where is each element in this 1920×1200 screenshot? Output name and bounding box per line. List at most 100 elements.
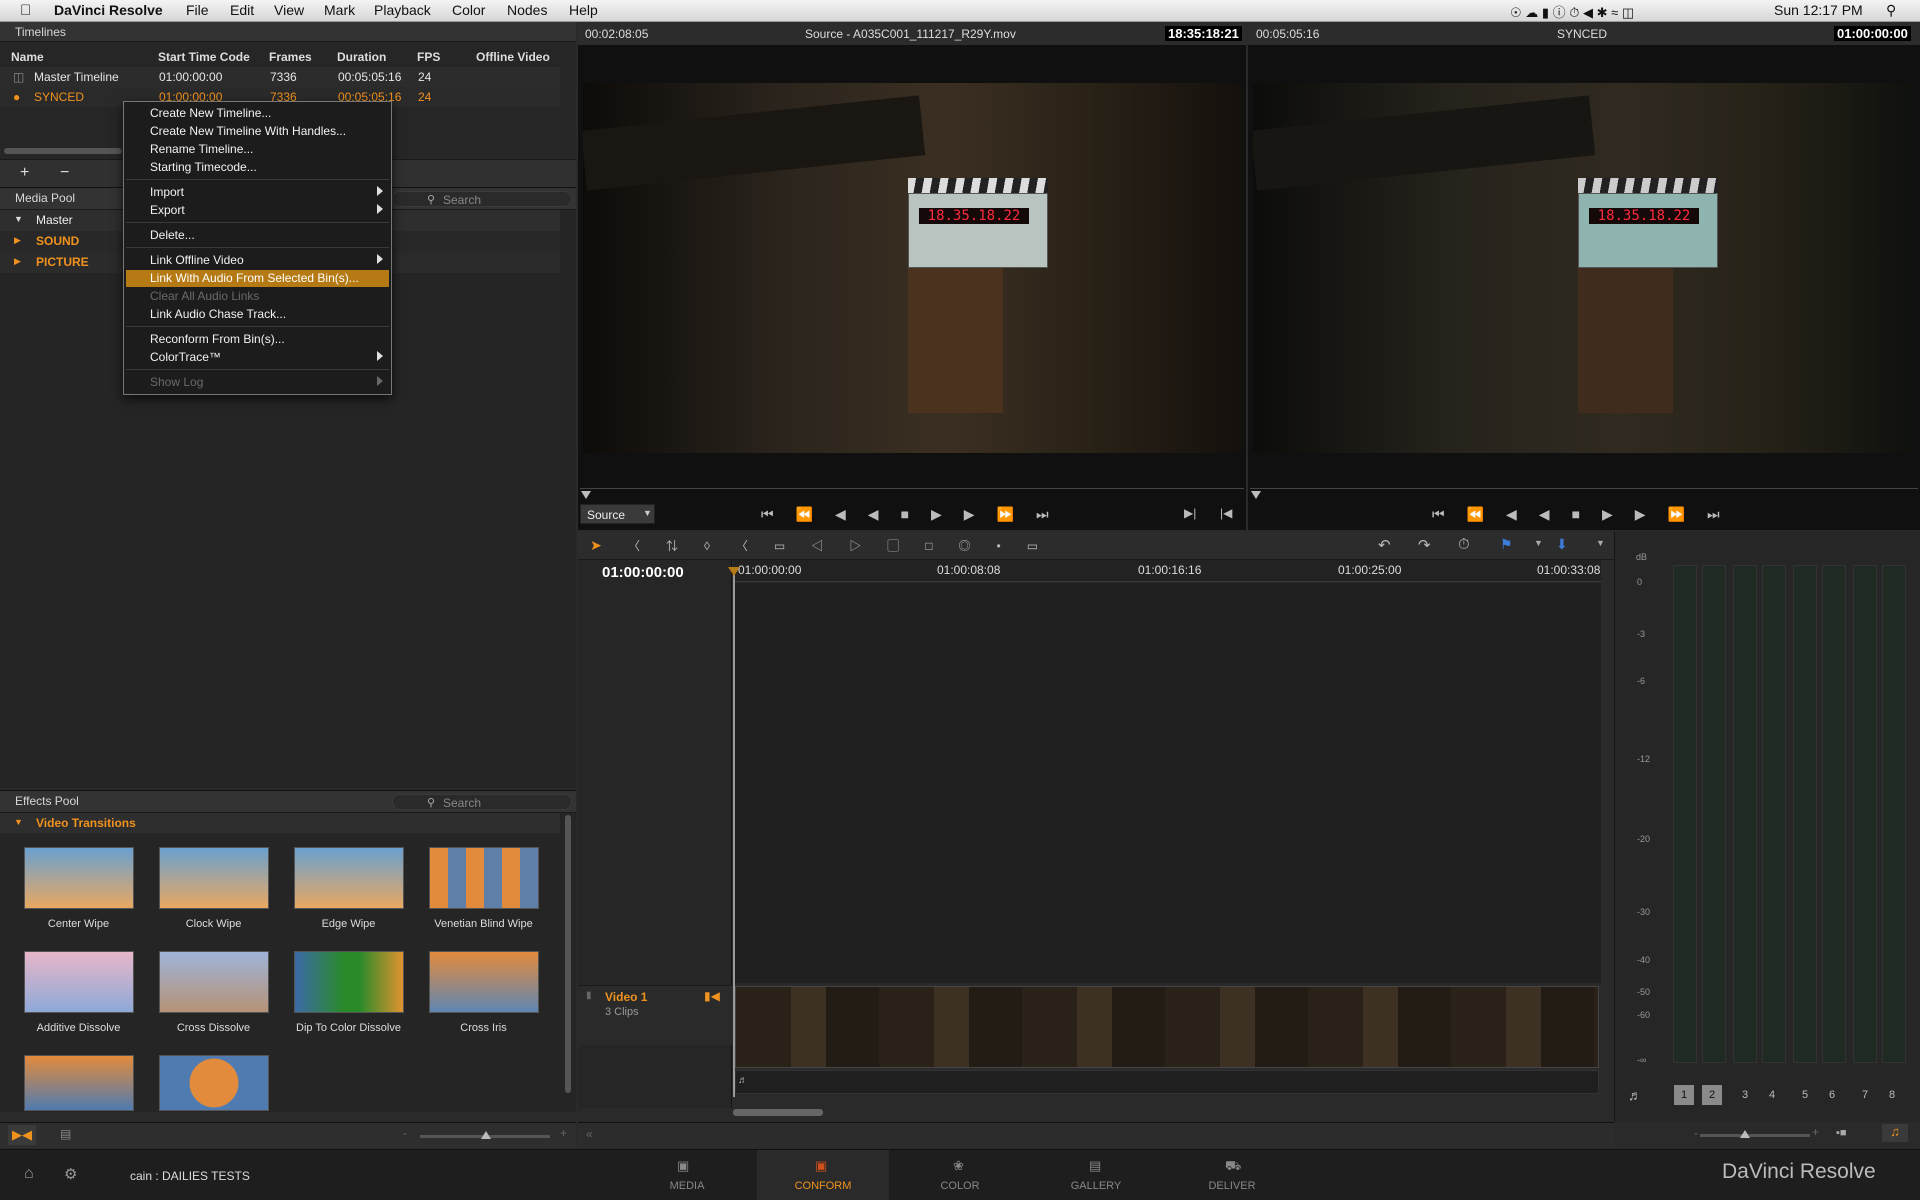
menu-item-link-chase[interactable]: Link Audio Chase Track... <box>150 307 286 321</box>
menu-playback[interactable]: Playback <box>374 2 431 18</box>
effects-search[interactable]: ⚲ Search <box>392 794 572 810</box>
channel-button[interactable]: 8 <box>1882 1085 1902 1105</box>
timeline-canvas[interactable] <box>735 583 1601 983</box>
edit-tools-icons[interactable]: 〈⇅◊〈▭◁▷▢□◎•▭ <box>628 537 1064 554</box>
channel-button[interactable]: 6 <box>1822 1085 1842 1105</box>
history-icon[interactable]: ⏱ <box>1458 536 1470 553</box>
zoom-out-icon[interactable]: - <box>1694 1126 1698 1140</box>
audio-toggle-icon[interactable]: ♫ <box>1882 1124 1908 1142</box>
flag-dropdown-icon[interactable]: ▼ <box>1534 538 1543 548</box>
menu-nodes[interactable]: Nodes <box>507 2 547 18</box>
source-mode-select[interactable]: Source ▼ <box>580 504 655 524</box>
redo-icon[interactable]: ↷ <box>1418 536 1431 554</box>
menu-edit[interactable]: Edit <box>230 2 254 18</box>
menu-item-link-audio[interactable]: Link With Audio From Selected Bin(s)... <box>150 271 359 285</box>
spotlight-icon[interactable]: ⚲ <box>1886 2 1896 19</box>
effects-scrollbar[interactable] <box>565 815 571 1093</box>
list-view-icon[interactable]: ▤ <box>60 1127 71 1141</box>
menu-item-colortrace[interactable]: ColorTrace™ <box>150 350 221 364</box>
menu-item-rename[interactable]: Rename Timeline... <box>150 142 253 156</box>
effect-thumb-9[interactable] <box>24 1055 134 1111</box>
effects-toggle-icon[interactable]: ▶◀ <box>8 1125 36 1145</box>
source-scrubber[interactable] <box>580 488 1244 499</box>
mark-in-icon[interactable]: ▶| <box>1184 506 1196 520</box>
remove-timeline-button[interactable]: − <box>60 164 69 182</box>
marker-dropdown-icon[interactable]: ▼ <box>1596 538 1605 548</box>
zoom-in-icon[interactable]: + <box>1812 1125 1819 1139</box>
source-transport[interactable]: ⏮⏪◀◀■▶▶⏩⏭ <box>761 506 1071 523</box>
mark-out-icon[interactable]: |◀ <box>1220 506 1232 520</box>
volume-icon[interactable]: ♬ <box>1628 1087 1642 1103</box>
effect-thumb-venetian-blind[interactable] <box>429 847 539 909</box>
undo-icon[interactable]: ↶ <box>1378 536 1391 554</box>
video-clip-strip[interactable] <box>735 986 1599 1068</box>
menu-file[interactable]: File <box>186 2 209 18</box>
col-frames[interactable]: Frames <box>269 50 312 64</box>
menu-item-export[interactable]: Export <box>150 203 185 217</box>
col-duration[interactable]: Duration <box>337 50 386 64</box>
flag-icon[interactable]: ⚑ <box>1500 536 1513 553</box>
menu-item-create-timeline-handles[interactable]: Create New Timeline With Handles... <box>150 124 346 138</box>
menu-item-link-offline[interactable]: Link Offline Video <box>150 253 244 267</box>
home-icon[interactable]: ⌂ <box>24 1165 34 1183</box>
zoom-in-icon[interactable]: + <box>560 1126 567 1140</box>
slider-handle[interactable] <box>1740 1130 1750 1138</box>
tab-deliver[interactable]: DELIVER <box>1192 1180 1272 1192</box>
menu-item-starting-tc[interactable]: Starting Timecode... <box>150 160 257 174</box>
timeline-h-scrollbar[interactable] <box>733 1109 823 1116</box>
effect-thumb-additive-dissolve[interactable] <box>24 951 134 1013</box>
col-offline[interactable]: Offline Video <box>476 50 550 64</box>
effect-thumb-cross-dissolve[interactable] <box>159 951 269 1013</box>
record-transport[interactable]: ⏮⏪◀◀■▶▶⏩⏭ <box>1432 506 1742 523</box>
playhead-marker-icon[interactable] <box>728 567 740 576</box>
channel-button[interactable]: 2 <box>1702 1085 1722 1105</box>
zoom-out-icon[interactable]: - <box>403 1126 407 1140</box>
selection-tool-icon[interactable]: ➤ <box>590 537 602 554</box>
channel-button[interactable]: 3 <box>1735 1085 1755 1105</box>
effects-category[interactable]: ▼ Video Transitions <box>0 813 560 833</box>
effect-thumb-dip-to-color[interactable] <box>294 951 404 1013</box>
track-height-icon[interactable]: ▪■ <box>1836 1127 1847 1139</box>
media-pool-search[interactable]: ⚲ Search <box>392 191 572 207</box>
tab-conform[interactable]: CONFORM <box>783 1180 863 1192</box>
add-timeline-button[interactable]: + <box>20 164 29 182</box>
playhead-icon[interactable] <box>1251 491 1261 499</box>
video-track-icon[interactable]: ▮◀ <box>704 989 720 1003</box>
record-video-frame[interactable]: 18.35.18.22 <box>1253 83 1916 453</box>
channel-button[interactable]: 5 <box>1795 1085 1815 1105</box>
status-icons[interactable]: ☉ ☁ ▮ ⓘ ⏱ ◀ ✱ ≈ ◫ <box>1510 2 1634 21</box>
col-name[interactable]: Name <box>11 50 44 64</box>
effect-thumb-edge-wipe[interactable] <box>294 847 404 909</box>
tab-color[interactable]: COLOR <box>920 1180 1000 1192</box>
menu-item-import[interactable]: Import <box>150 185 184 199</box>
table-row[interactable]: ◫ Master Timeline 01:00:00:00 7336 00:05… <box>0 67 560 87</box>
source-video-frame[interactable]: 18.35.18.22 <box>583 83 1242 453</box>
effect-thumb-clock-wipe[interactable] <box>159 847 269 909</box>
effect-thumb-center-wipe[interactable] <box>24 847 134 909</box>
audio-waveform-track[interactable]: ♬ <box>735 1070 1599 1094</box>
video-track-header[interactable]: ▮ Video 1 3 Clips ▮◀ <box>578 985 732 1045</box>
gear-icon[interactable]: ⚙ <box>64 1165 77 1183</box>
apple-icon[interactable]:  <box>20 2 31 19</box>
timeline-zoom-slider[interactable] <box>1700 1134 1810 1137</box>
record-scrubber[interactable] <box>1250 488 1918 499</box>
lock-icon[interactable]: ▮ <box>586 990 592 1001</box>
menu-view[interactable]: View <box>274 2 304 18</box>
playhead-icon[interactable] <box>581 491 591 499</box>
timelines-scrollbar[interactable] <box>4 148 122 154</box>
menu-color[interactable]: Color <box>452 2 485 18</box>
effect-thumb-cross-iris[interactable] <box>429 951 539 1013</box>
channel-button[interactable]: 1 <box>1674 1085 1694 1105</box>
app-menu[interactable]: DaVinci Resolve <box>54 2 163 18</box>
marker-icon[interactable]: ⬇ <box>1556 536 1568 553</box>
menubar-clock[interactable]: Sun 12:17 PM <box>1774 2 1863 18</box>
menu-item-delete[interactable]: Delete... <box>150 228 195 242</box>
slider-handle[interactable] <box>481 1131 491 1139</box>
effect-thumb-10[interactable] <box>159 1055 269 1111</box>
col-fps[interactable]: FPS <box>417 50 440 64</box>
channel-button[interactable]: 7 <box>1855 1085 1875 1105</box>
menu-item-reconform[interactable]: Reconform From Bin(s)... <box>150 332 285 346</box>
menu-item-create-timeline[interactable]: Create New Timeline... <box>150 106 271 120</box>
menu-help[interactable]: Help <box>569 2 598 18</box>
tab-media[interactable]: MEDIA <box>647 1180 727 1192</box>
